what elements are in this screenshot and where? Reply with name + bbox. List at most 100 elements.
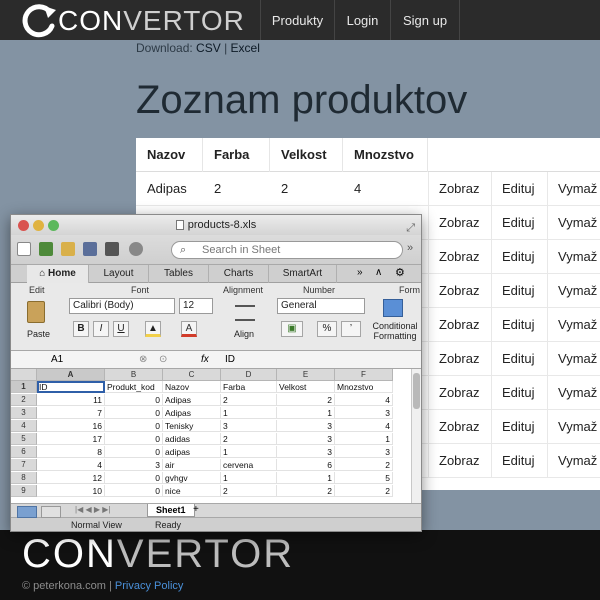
nav-login[interactable]: Login (334, 0, 390, 40)
search-in-sheet-input[interactable]: ⌕ Search in Sheet (171, 241, 403, 259)
print-icon[interactable] (105, 242, 119, 256)
tab-charts[interactable]: Charts (209, 265, 269, 283)
edit-link[interactable]: Edituj (491, 376, 547, 409)
window-close-button[interactable] (18, 220, 29, 231)
spreadsheet-cell[interactable]: 12 (37, 472, 105, 484)
page-layout-view-button[interactable] (41, 506, 61, 518)
edit-link[interactable]: Edituj (491, 444, 547, 477)
toolbar-overflow-icon[interactable]: » (407, 242, 413, 254)
spreadsheet-cell[interactable]: 4 (335, 420, 393, 432)
column-header[interactable]: A (37, 369, 105, 381)
tab-tables[interactable]: Tables (149, 265, 209, 283)
paste-button[interactable]: Paste (21, 299, 57, 345)
delete-link[interactable]: Vymaž (547, 206, 600, 239)
spreadsheet-cell[interactable]: 3 (277, 433, 335, 445)
name-box[interactable]: A1 (51, 351, 63, 369)
new-workbook-icon[interactable] (17, 242, 31, 256)
spreadsheet-cell[interactable]: 2 (277, 485, 335, 497)
column-header[interactable]: E (277, 369, 335, 381)
edit-link[interactable]: Edituj (491, 410, 547, 443)
spreadsheet-cell[interactable]: 4 (37, 459, 105, 471)
row-header[interactable]: 2 (11, 394, 37, 406)
window-zoom-button[interactable] (48, 220, 59, 231)
tab-layout[interactable]: Layout (89, 265, 149, 283)
spreadsheet-cell[interactable]: Nazov (163, 381, 221, 393)
formula-accept-icon[interactable]: ⊙ (159, 351, 167, 369)
currency-button[interactable]: ▣ (281, 321, 303, 337)
spreadsheet-cell[interactable]: 0 (105, 446, 163, 458)
spreadsheet-cell[interactable]: 2 (221, 433, 277, 445)
nav-sign-up[interactable]: Sign up (390, 0, 460, 40)
vertical-scrollbar[interactable] (411, 369, 421, 503)
excel-title-bar[interactable]: products-8.xls ⤢ (11, 215, 421, 235)
spreadsheet-cell[interactable]: 3 (335, 446, 393, 458)
column-header[interactable]: D (221, 369, 277, 381)
spreadsheet-cell[interactable]: 2 (335, 459, 393, 471)
spreadsheet-cell[interactable]: 2 (221, 394, 277, 406)
fx-label[interactable]: fx (201, 351, 209, 369)
spreadsheet-cell[interactable]: 1 (221, 407, 277, 419)
row-header[interactable]: 3 (11, 407, 37, 419)
row-header[interactable]: 5 (11, 433, 37, 445)
spreadsheet-cell[interactable]: nice (163, 485, 221, 497)
download-excel-link[interactable]: Excel (231, 41, 260, 55)
spreadsheet-cell[interactable]: 0 (105, 407, 163, 419)
spreadsheet-cell[interactable]: 0 (105, 394, 163, 406)
spreadsheet-cell[interactable]: 10 (37, 485, 105, 497)
delete-link[interactable]: Vymaž (547, 376, 600, 409)
spreadsheet-cell[interactable]: 3 (277, 420, 335, 432)
spreadsheet-cell[interactable]: 0 (105, 485, 163, 497)
view-link[interactable]: Zobraz (428, 206, 491, 239)
site-logo[interactable]: CONVERTOR (20, 4, 245, 38)
privacy-policy-link[interactable]: Privacy Policy (115, 580, 183, 592)
delete-link[interactable]: Vymaž (547, 444, 600, 477)
spreadsheet-cell[interactable]: 1 (277, 407, 335, 419)
percent-button[interactable]: % (317, 321, 337, 337)
view-link[interactable]: Zobraz (428, 172, 491, 205)
spreadsheet-cell[interactable]: Farba (221, 381, 277, 393)
spreadsheet-cell[interactable]: 3 (277, 446, 335, 458)
column-header[interactable]: C (163, 369, 221, 381)
spreadsheet-cell[interactable]: 3 (221, 420, 277, 432)
delete-link[interactable]: Vymaž (547, 308, 600, 341)
row-header[interactable]: 4 (11, 420, 37, 432)
delete-link[interactable]: Vymaž (547, 172, 600, 205)
delete-link[interactable]: Vymaž (547, 240, 600, 273)
spreadsheet-cell[interactable]: ID (37, 381, 105, 393)
edit-link[interactable]: Edituj (491, 206, 547, 239)
window-minimize-button[interactable] (33, 220, 44, 231)
italic-button[interactable]: I (93, 321, 109, 337)
view-link[interactable]: Zobraz (428, 342, 491, 375)
view-link[interactable]: Zobraz (428, 376, 491, 409)
comma-style-button[interactable]: ’ (341, 321, 361, 337)
spreadsheet-cell[interactable]: 17 (37, 433, 105, 445)
view-link[interactable]: Zobraz (428, 240, 491, 273)
edit-link[interactable]: Edituj (491, 342, 547, 375)
font-size-select[interactable]: 12 (179, 298, 213, 314)
select-all-corner[interactable] (11, 369, 37, 381)
spreadsheet-cell[interactable]: Velkost (277, 381, 335, 393)
spreadsheet-cell[interactable]: 6 (277, 459, 335, 471)
vertical-scroll-thumb[interactable] (413, 373, 420, 409)
footer-credit-link[interactable]: © peterkona.com (22, 580, 106, 592)
underline-button[interactable]: U (113, 321, 129, 337)
row-header[interactable]: 1 (11, 381, 37, 393)
conditional-formatting-button[interactable]: Conditional Formatting (369, 297, 421, 349)
spreadsheet-cell[interactable]: gvhgv (163, 472, 221, 484)
spreadsheet-cell[interactable]: Adipas (163, 407, 221, 419)
spreadsheet-cell[interactable]: 4 (335, 394, 393, 406)
formula-input[interactable]: ID (225, 351, 235, 369)
spreadsheet-grid[interactable]: A B C D E F 1 ID Produkt_kod Nazov Farba Velkost Mno… (11, 369, 421, 503)
ribbon-collapse-icon[interactable]: ∧ (375, 267, 382, 278)
spreadsheet-cell[interactable]: 1 (335, 433, 393, 445)
spreadsheet-cell[interactable]: 3 (335, 407, 393, 419)
bold-button[interactable]: B (73, 321, 89, 337)
download-csv-link[interactable]: CSV (196, 41, 221, 55)
spreadsheet-cell[interactable]: 1 (221, 446, 277, 458)
spreadsheet-cell[interactable]: air (163, 459, 221, 471)
edit-link[interactable]: Edituj (491, 308, 547, 341)
delete-link[interactable]: Vymaž (547, 342, 600, 375)
delete-link[interactable]: Vymaž (547, 410, 600, 443)
view-link[interactable]: Zobraz (428, 274, 491, 307)
fill-color-button[interactable]: ▲ (145, 321, 161, 337)
